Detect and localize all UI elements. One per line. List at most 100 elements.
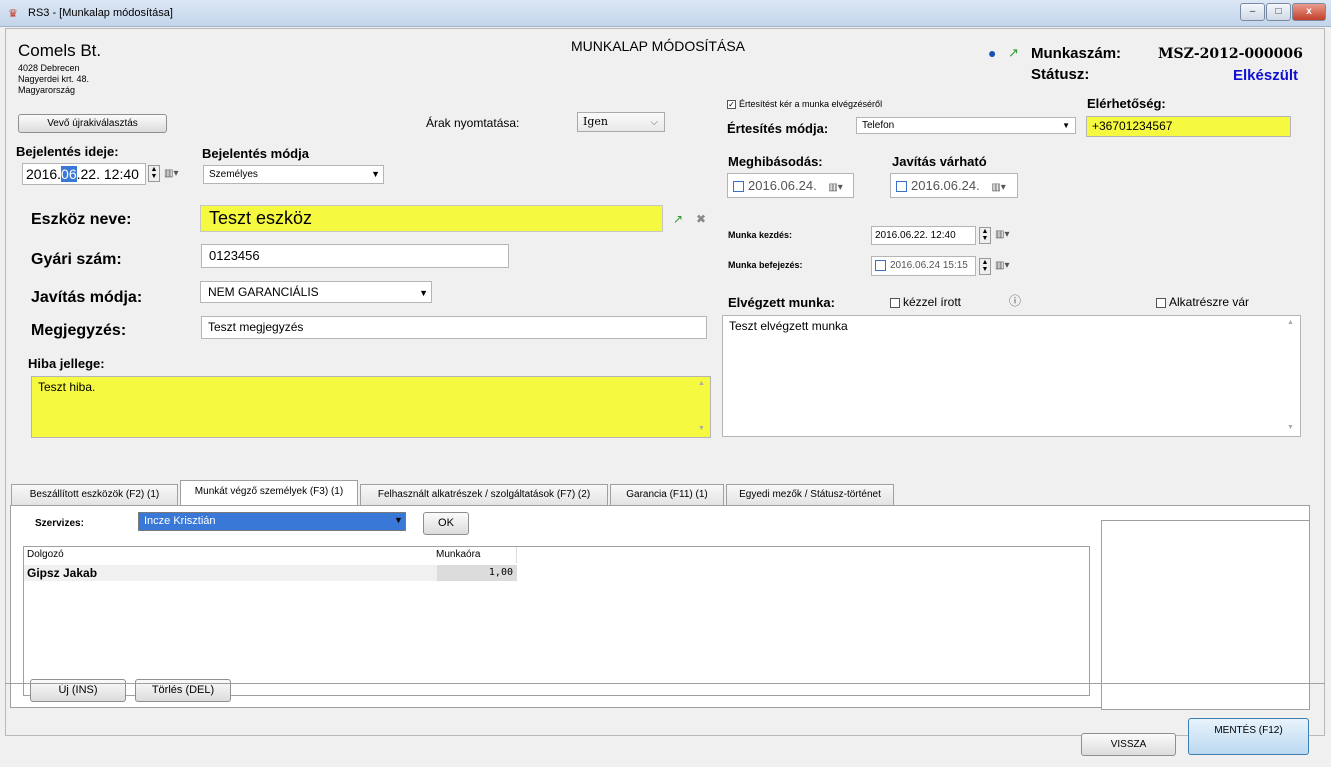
hiba-jellege-value: Teszt hiba. — [38, 380, 96, 394]
munka-kezdes-picker[interactable]: 2016.06.22. 12:40 — [871, 226, 976, 245]
munkaszam-value: MSZ-2012-000006 — [1158, 46, 1303, 62]
form-title: MUNKALAP MÓDOSÍTÁSA — [571, 38, 746, 54]
alkatreszre-var-label: Alkatrészre vár — [1169, 295, 1250, 309]
calendar-icon[interactable]: ▥▾ — [995, 229, 1009, 240]
elvegzett-munka-value: Teszt elvégzett munka — [729, 319, 848, 333]
szervizes-label: Szervizes: — [35, 518, 84, 529]
window-title: RS3 - [Munkalap módosítása] — [28, 7, 173, 19]
vissza-button[interactable]: VISSZA — [1081, 733, 1176, 756]
calendar-icon[interactable]: ▥▾ — [995, 260, 1009, 271]
table-row[interactable]: Gipsz Jakab 1,00 — [24, 565, 517, 581]
alkatreszre-var-checkbox[interactable]: Alkatrészre vár — [1156, 295, 1249, 309]
tab-munkat-vegzo[interactable]: Munkát végző személyek (F3) (1) — [180, 480, 358, 506]
munka-befejezes-picker[interactable]: 2016.06.24 15:15 — [871, 256, 976, 276]
ertesites-modja-select[interactable]: Telefon ▼ — [856, 117, 1076, 134]
ok-button[interactable]: OK — [423, 512, 469, 535]
javitas-varhato-value: 2016.06.24. — [911, 178, 980, 193]
tab-felhasznalt[interactable]: Felhasznált alkatrészek / szolgáltatások… — [360, 484, 608, 505]
vevo-reselect-button[interactable]: Vevő újrakiválasztás — [18, 114, 167, 133]
munka-befejezes-value: 2016.06.24 15:15 — [890, 260, 968, 271]
bejelentes-modja-select[interactable]: Személyes ▼ — [203, 165, 384, 184]
hiba-jellege-textarea[interactable]: Teszt hiba. — [31, 376, 711, 438]
col-divider — [516, 547, 517, 563]
info-circle-icon[interactable]: ⓘ — [1009, 292, 1021, 309]
arak-nyomtatasa-value: Igen — [583, 115, 608, 128]
close-button[interactable]: x — [1292, 3, 1326, 21]
row-munkaora: 1,00 — [437, 565, 517, 581]
title-bar: ♛ RS3 - [Munkalap módosítása] – □ x — [0, 0, 1331, 27]
maximize-button[interactable]: □ — [1266, 3, 1291, 21]
szervizes-select[interactable]: Incze Krisztián — [138, 512, 406, 531]
javitas-modja-value: NEM GARANCIÁLIS — [208, 285, 319, 299]
dropdown-arrow-icon: ▼ — [1062, 121, 1070, 130]
szervizes-value: Incze Krisztián — [144, 515, 216, 527]
checkbox-checked-icon: ✓ — [727, 100, 736, 110]
kezzel-irott-label: kézzel írott — [903, 295, 962, 309]
tab-egyedi[interactable]: Egyedi mezők / Státusz-történet — [726, 484, 894, 505]
gyari-szam-input[interactable]: 0123456 — [201, 244, 509, 268]
bejelentes-ideje-label: Bejelentés ideje: — [16, 144, 119, 159]
minimize-button[interactable]: – — [1240, 3, 1265, 21]
ertesites-modja-value: Telefon — [862, 120, 895, 131]
statusz-value: Elkészült — [1233, 67, 1299, 84]
javitas-modja-select[interactable]: NEM GARANCIÁLIS ▼ — [200, 281, 432, 303]
elerhetoseg-input[interactable]: +36701234567 — [1086, 116, 1291, 137]
calendar-icon[interactable]: ▥▾ — [828, 182, 842, 193]
bejelentes-ideje-picker[interactable]: 2016.06.22. 12:40 — [22, 163, 146, 185]
bejelentes-modja-value: Személyes — [209, 169, 258, 180]
bej-time-spinner[interactable]: ▲ ▼ — [148, 165, 160, 182]
col-header-munkaora[interactable]: Munkaóra — [436, 549, 517, 560]
bejelentes-modja-label: Bejelentés módja — [202, 146, 309, 161]
checkbox-icon[interactable] — [875, 259, 886, 271]
hiba-jellege-label: Hiba jellege: — [28, 356, 105, 371]
checkbox-icon — [890, 297, 900, 308]
arak-nyomtatasa-label: Árak nyomtatása: — [426, 116, 520, 130]
eszkoz-input[interactable]: Teszt eszköz — [200, 205, 663, 232]
meghibasodas-picker[interactable]: 2016.06.24. ▥▾ — [727, 173, 854, 198]
checkbox-icon — [1156, 297, 1166, 308]
javitas-varhato-picker[interactable]: 2016.06.24. ▥▾ — [890, 173, 1018, 198]
info-icon[interactable]: ● — [988, 45, 996, 61]
scroll-down-icon[interactable]: ▼ — [1287, 424, 1294, 431]
calendar-icon[interactable]: ▥▾ — [991, 182, 1005, 193]
company-addr-city: 4028 Debrecen — [18, 63, 80, 73]
scroll-up-icon[interactable]: ▲ — [1287, 319, 1294, 326]
arak-nyomtatasa-select[interactable]: Igen ⌵ — [577, 112, 665, 132]
tab-panel: Szervizes: Incze Krisztián ▼ OK Dolgozó … — [10, 505, 1310, 710]
chevron-down-icon: ⌵ — [650, 117, 658, 128]
kezzel-irott-checkbox[interactable]: kézzel írott — [890, 295, 961, 309]
main-form: Comels Bt. 4028 Debrecen Nagyerdei krt. … — [5, 28, 1325, 736]
bej-date-month-selected: 06 — [61, 166, 77, 182]
munkaszam-label: Munkaszám: — [1031, 45, 1122, 62]
mentes-button[interactable]: MENTÉS (F12) — [1188, 718, 1309, 755]
calendar-icon[interactable]: ▥▾ — [164, 168, 178, 179]
megjegyzes-input[interactable]: Teszt megjegyzés — [201, 316, 707, 339]
external-link-icon[interactable]: ↗ — [673, 212, 683, 226]
company-addr-street: Nagyerdei krt. 48. — [18, 74, 90, 84]
munka-kezdes-label: Munka kezdés: — [728, 230, 793, 240]
munka-befejezes-label: Munka befejezés: — [728, 260, 803, 270]
gyari-szam-label: Gyári szám: — [31, 251, 122, 268]
megjegyzes-label: Megjegyzés: — [31, 322, 127, 339]
munka-befejezes-spinner[interactable]: ▲ ▼ — [979, 258, 991, 275]
tab-beszallitott[interactable]: Beszállított eszközök (F2) (1) — [11, 484, 178, 505]
checkbox-icon[interactable] — [733, 181, 744, 193]
clear-icon[interactable]: ✖ — [696, 212, 706, 226]
scroll-up-icon[interactable]: ▲ — [698, 380, 705, 387]
scroll-down-icon[interactable]: ▼ — [698, 425, 705, 432]
dropdown-arrow-icon[interactable]: ▼ — [394, 515, 403, 525]
checkbox-icon[interactable] — [896, 181, 907, 193]
preview-panel — [1101, 520, 1310, 710]
elvegzett-munka-textarea[interactable]: Teszt elvégzett munka — [722, 315, 1301, 437]
munka-kezdes-spinner[interactable]: ▲ ▼ — [979, 227, 991, 244]
external-link-icon[interactable]: ↗ — [1008, 45, 1019, 61]
meghibasodas-value: 2016.06.24. — [748, 178, 817, 193]
ertesites-checkbox[interactable]: ✓ Értesítést kér a munka elvégzéséről — [727, 99, 882, 110]
tab-garancia[interactable]: Garancia (F11) (1) — [610, 484, 724, 505]
footer-divider — [5, 683, 1325, 684]
app-crown-icon: ♛ — [8, 8, 18, 20]
javitas-modja-label: Javítás módja: — [31, 289, 143, 306]
ertesites-modja-label: Értesítés módja: — [727, 121, 829, 136]
bej-date-rest: .22. 12:40 — [76, 166, 139, 182]
col-header-dolgozo[interactable]: Dolgozó — [27, 549, 64, 560]
